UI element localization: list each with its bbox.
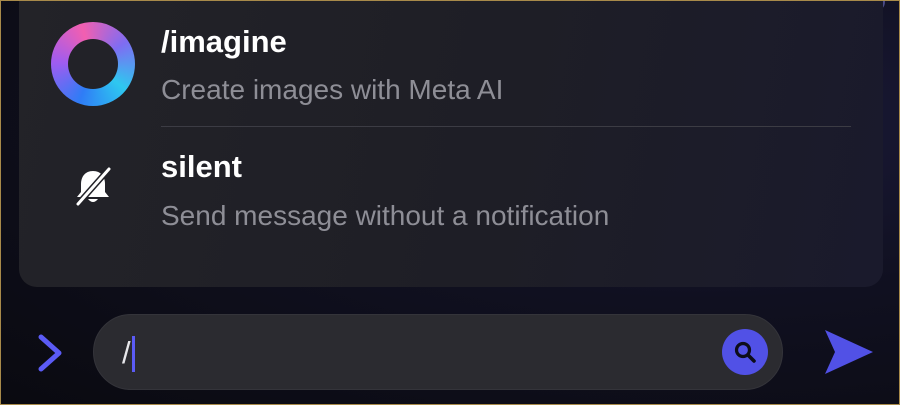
suggestion-silent[interactable]: silent Send message without a notificati… <box>19 129 883 285</box>
meta-ai-ring-icon <box>51 22 135 106</box>
divider <box>161 126 851 127</box>
suggestion-description: Send message without a notification <box>161 200 610 231</box>
suggestion-command: silent <box>161 149 242 184</box>
text-caret <box>132 336 135 372</box>
suggestion-imagine[interactable]: /imagine Create images with Meta AI <box>19 1 883 127</box>
search-button[interactable] <box>722 329 768 375</box>
search-icon <box>734 341 756 363</box>
send-icon[interactable] <box>821 326 877 378</box>
message-input[interactable]: / <box>93 314 783 390</box>
suggestion-description: Create images with Meta AI <box>161 74 504 105</box>
message-input-text[interactable]: / <box>122 333 131 373</box>
suggestion-command: /imagine <box>161 24 287 59</box>
command-suggestions-popup: /imagine Create images with Meta AI sile… <box>19 1 883 287</box>
screen: /imagine Create images with Meta AI sile… <box>0 0 900 405</box>
chevron-right-icon[interactable] <box>29 331 69 375</box>
bell-off-icon <box>75 166 112 207</box>
